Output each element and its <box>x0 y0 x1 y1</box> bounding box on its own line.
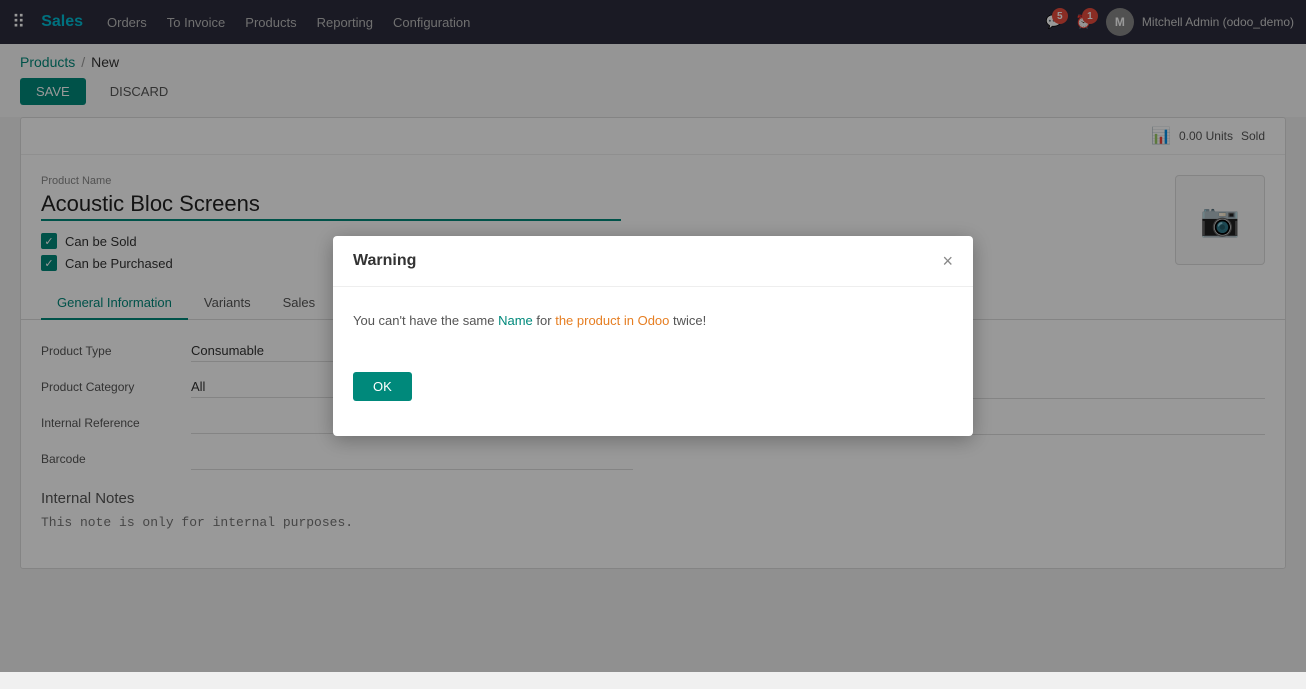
dialog-message-name: Name <box>498 313 533 328</box>
dialog-header: Warning × <box>333 236 973 287</box>
dialog-message-prefix: You can't have the same <box>353 313 498 328</box>
warning-dialog: Warning × You can't have the same Name f… <box>333 236 973 436</box>
dialog-message-product: the product in Odoo <box>555 313 669 328</box>
dialog-message-suffix: twice! <box>669 313 706 328</box>
dialog-body: You can't have the same Name for the pro… <box>333 287 973 356</box>
dialog-overlay: Warning × You can't have the same Name f… <box>0 0 1306 672</box>
dialog-footer: OK <box>333 356 973 417</box>
dialog-ok-button[interactable]: OK <box>353 372 412 401</box>
dialog-title: Warning <box>353 252 416 270</box>
dialog-close-button[interactable]: × <box>942 252 953 270</box>
dialog-message: You can't have the same Name for the pro… <box>353 311 953 332</box>
dialog-message-middle: for <box>533 313 555 328</box>
